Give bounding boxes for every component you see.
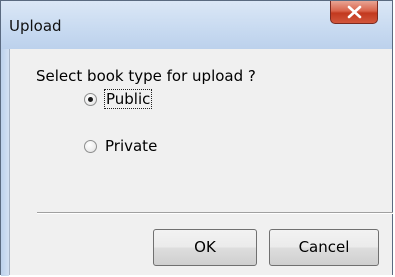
window-border: [1, 49, 9, 276]
radio-public[interactable]: Public: [84, 89, 153, 109]
window-title: Upload: [9, 17, 62, 35]
radio-button-icon[interactable]: [84, 92, 97, 106]
question-label: Select book type for upload ?: [36, 67, 256, 85]
dialog-body: Select book type for upload ? Public Pri…: [9, 49, 393, 275]
cancel-button[interactable]: Cancel: [269, 229, 379, 266]
close-button[interactable]: [330, 1, 378, 24]
radio-public-label[interactable]: Public: [103, 89, 153, 109]
radio-private-label[interactable]: Private: [105, 137, 157, 155]
radio-private[interactable]: Private: [84, 136, 157, 156]
ok-button[interactable]: OK: [153, 229, 257, 266]
radio-button-icon[interactable]: [84, 139, 97, 153]
title-bar[interactable]: Upload: [1, 1, 392, 49]
upload-dialog: Upload Select book type for upload ? Pub…: [0, 0, 393, 276]
radio-selected-dot: [88, 96, 93, 102]
separator: [37, 212, 393, 214]
close-icon: [347, 5, 362, 19]
